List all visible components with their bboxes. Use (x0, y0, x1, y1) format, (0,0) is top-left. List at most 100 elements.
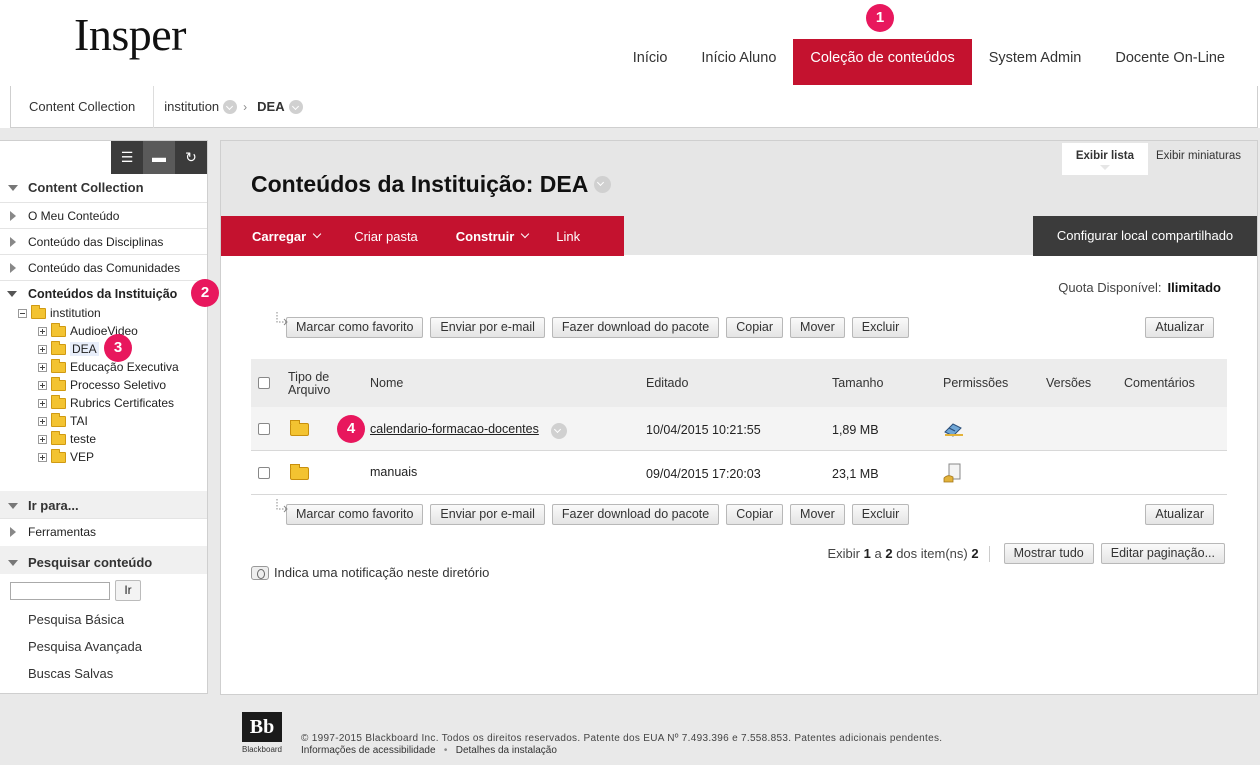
download-pacote-button[interactable]: Fazer download do pacote (551, 317, 720, 338)
accessibility-link[interactable]: Informações de acessibilidade (301, 745, 436, 756)
row-checkbox[interactable] (258, 423, 270, 435)
refresh-icon[interactable]: ↻ (175, 141, 207, 174)
mover-button[interactable]: Mover (790, 317, 845, 338)
tree-node[interactable]: VEP (38, 448, 94, 466)
excluir-button[interactable]: Excluir (851, 504, 910, 525)
expand-icon[interactable] (38, 345, 47, 355)
sidebar-item-comunidades[interactable]: Conteúdo das Comunidades (0, 254, 207, 280)
column-header-nome[interactable]: Nome (370, 359, 403, 407)
copiar-button[interactable]: Copiar (726, 504, 784, 525)
select-all-checkbox[interactable] (258, 377, 270, 389)
search-link-avancada[interactable]: Pesquisa Avançada (28, 639, 142, 654)
chevron-down-icon[interactable] (223, 99, 238, 114)
expand-icon[interactable] (38, 363, 47, 373)
collapse-icon[interactable] (18, 309, 27, 319)
expand-icon[interactable] (38, 399, 47, 409)
link-button[interactable]: Link (543, 216, 595, 256)
download-pacote-button[interactable]: Fazer download do pacote (551, 504, 720, 525)
tab-colecao-de-conteudos[interactable]: Coleção de conteúdos (793, 39, 972, 85)
mover-button[interactable]: Mover (790, 504, 845, 525)
list-view-icon[interactable]: ☰ (111, 141, 143, 174)
row-checkbox[interactable] (258, 467, 270, 479)
enviar-email-button[interactable]: Enviar por e-mail (430, 504, 545, 525)
chevron-down-icon[interactable] (594, 176, 612, 193)
folder-icon (51, 431, 66, 446)
construir-button[interactable]: Construir (433, 216, 544, 256)
permissions-icon[interactable] (943, 463, 965, 483)
breadcrumb-home[interactable]: Content Collection (11, 85, 155, 128)
chevron-down-icon[interactable] (288, 99, 303, 114)
mostrar-tudo-button[interactable]: Mostrar tudo (1003, 543, 1094, 564)
configurar-local-compartilhado-button[interactable]: Configurar local compartilhado (1033, 216, 1257, 256)
sidebar-header-ir-para[interactable]: Ir para... (0, 498, 207, 513)
file-size: 23,1 MB (832, 467, 879, 481)
sidebar-item-instituicao[interactable]: Conteúdos da Instituição (0, 280, 207, 306)
tree-node-institution[interactable]: institution (18, 304, 101, 322)
tab-docente-online[interactable]: Docente On-Line (1098, 39, 1242, 85)
arrow-down-right-icon (276, 499, 288, 513)
tab-exibir-lista[interactable]: Exibir lista (1061, 143, 1148, 175)
sidebar-item-label: Conteúdos da Instituição (28, 287, 178, 301)
sidebar-toolbar: ☰ ▬ ↻ (111, 141, 207, 174)
tree-label: institution (50, 306, 101, 320)
tree-node[interactable]: Rubrics Certificates (38, 394, 174, 412)
sidebar-header-pesquisar[interactable]: Pesquisar conteúdo (0, 555, 207, 570)
chevron-down-icon[interactable] (551, 423, 567, 439)
table-header: Tipo de Arquivo Nome Editado Tamanho Per… (251, 359, 1227, 407)
main-header: Exibir lista Exibir miniaturas Conteúdos… (221, 141, 1257, 256)
search-link-salvas[interactable]: Buscas Salvas (28, 666, 113, 681)
tree-node[interactable]: TAI (38, 412, 88, 430)
tree-label: DEA (70, 342, 99, 356)
criar-pasta-button[interactable]: Criar pasta (335, 216, 433, 256)
marcar-favorito-button[interactable]: Marcar como favorito (286, 317, 424, 338)
expand-icon[interactable] (38, 381, 47, 391)
enviar-email-button[interactable]: Enviar por e-mail (430, 317, 545, 338)
file-name[interactable]: manuais (370, 465, 417, 479)
tab-inicio-aluno[interactable]: Início Aluno (684, 39, 793, 85)
sidebar-header-content-collection[interactable]: Content Collection (0, 180, 207, 195)
search-input[interactable] (10, 582, 110, 600)
column-header-comentarios: Comentários (1124, 376, 1195, 390)
tab-exibir-miniaturas[interactable]: Exibir miniaturas (1148, 143, 1249, 171)
tree-node-selected[interactable]: DEA (38, 340, 99, 358)
sidebar-item-meu-conteudo[interactable]: O Meu Conteúdo (0, 202, 207, 228)
divider (988, 545, 990, 562)
carregar-button[interactable]: Carregar (221, 216, 335, 256)
tree-node[interactable]: Educação Executiva (38, 358, 179, 376)
folder-icon (51, 395, 66, 410)
tree-node[interactable]: Processo Seletivo (38, 376, 166, 394)
tab-inicio[interactable]: Início (616, 39, 685, 85)
search-link-basica[interactable]: Pesquisa Básica (28, 612, 124, 627)
expand-icon[interactable] (38, 435, 47, 445)
atualizar-button[interactable]: Atualizar (1145, 504, 1214, 525)
blackboard-logo[interactable]: Bb Blackboard (240, 712, 284, 756)
insper-logo[interactable]: Insper (74, 8, 186, 61)
expand-icon[interactable] (38, 327, 47, 337)
copiar-button[interactable]: Copiar (726, 317, 784, 338)
installation-details-link[interactable]: Detalhes da instalação (456, 745, 557, 756)
tree-label: AudioeVideo (70, 324, 138, 338)
breadcrumb-item[interactable]: institution (154, 99, 238, 114)
editar-paginacao-button[interactable]: Editar paginação... (1100, 543, 1225, 564)
folder-icon (51, 449, 66, 464)
expand-icon[interactable] (38, 453, 47, 463)
atualizar-button[interactable]: Atualizar (1145, 317, 1214, 338)
tree-node[interactable]: teste (38, 430, 96, 448)
column-header-tamanho[interactable]: Tamanho (832, 359, 883, 407)
sidebar-item-disciplinas[interactable]: Conteúdo das Disciplinas (0, 228, 207, 254)
file-name-link[interactable]: calendario-formacao-docentes (370, 422, 539, 436)
marcar-favorito-button[interactable]: Marcar como favorito (286, 504, 424, 525)
sidebar-item-ferramentas[interactable]: Ferramentas (0, 518, 207, 544)
breadcrumb-current[interactable]: DEA (251, 99, 303, 114)
expand-icon[interactable] (38, 417, 47, 427)
quota-label: Quota Disponível: (1058, 280, 1162, 295)
edited-date: 09/04/2015 17:20:03 (646, 467, 761, 481)
search-go-button[interactable]: Ir (115, 580, 141, 601)
pagination: Exibir 1 a 2 dos item(ns) 2 Mostrar tudo… (827, 543, 1225, 564)
tab-system-admin[interactable]: System Admin (972, 39, 1099, 85)
column-header-editado[interactable]: Editado (646, 359, 688, 407)
excluir-button[interactable]: Excluir (851, 317, 910, 338)
folder-icon (290, 464, 309, 480)
folder-view-icon[interactable]: ▬ (143, 141, 175, 174)
permissions-icon[interactable] (943, 419, 965, 439)
